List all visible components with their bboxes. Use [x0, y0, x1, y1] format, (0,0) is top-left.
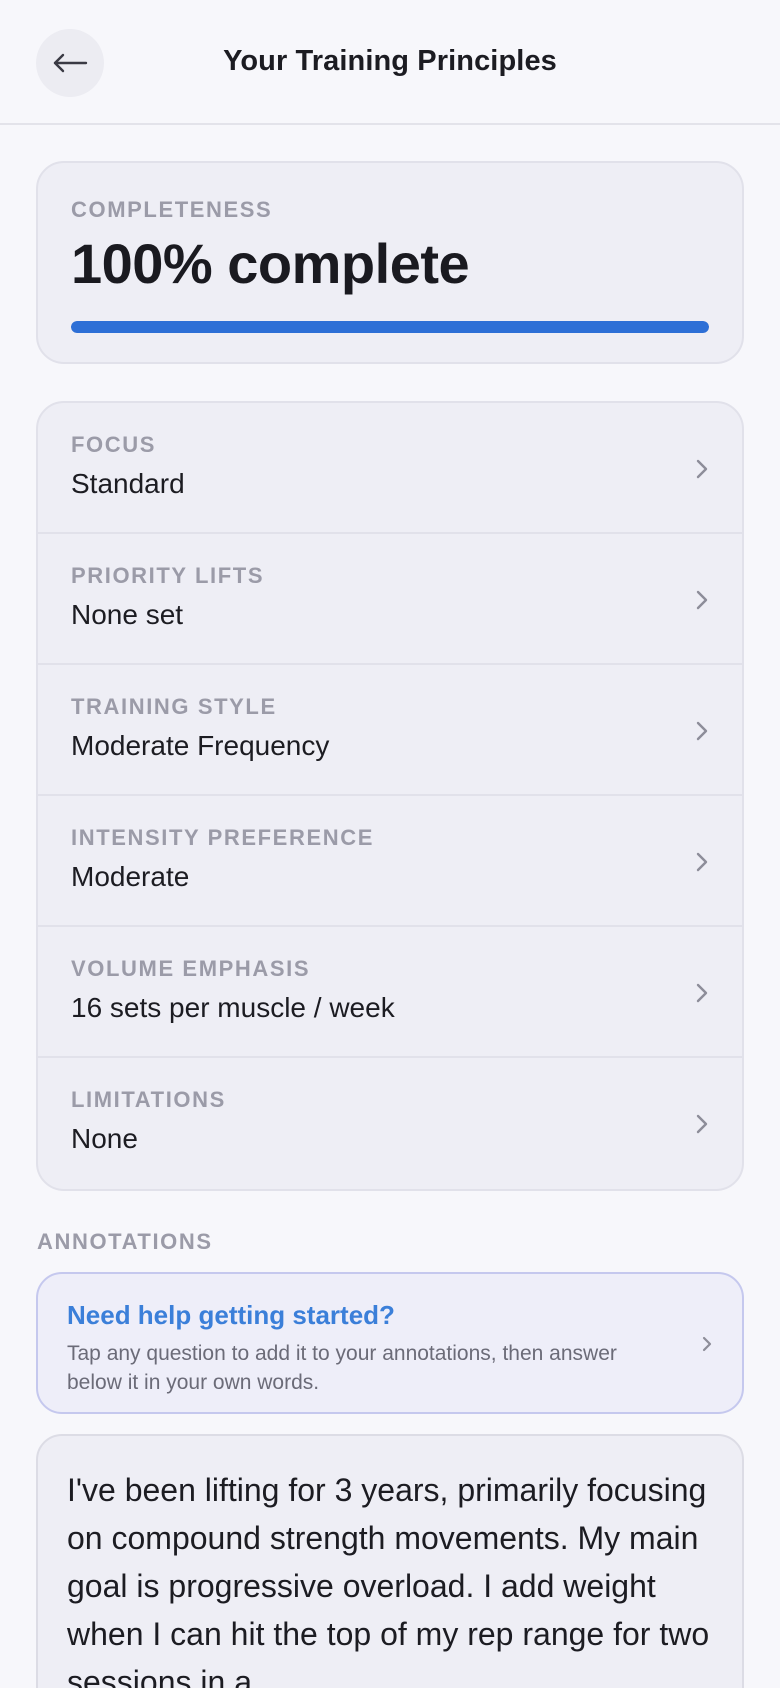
arrow-left-icon [53, 53, 88, 73]
progress-bar-fill [71, 320, 709, 333]
completeness-value: 100% complete [71, 232, 470, 295]
chevron-right-icon [696, 852, 708, 872]
chevron-right-icon [696, 590, 708, 610]
completeness-card: COMPLETENESS 100% complete [36, 161, 744, 364]
annotation-text: I've been lifting for 3 years, primarily… [67, 1472, 710, 1688]
principle-row-training-style[interactable]: TRAINING STYLE Moderate Frequency [38, 665, 742, 796]
help-title: Need help getting started? [67, 1300, 395, 1330]
principle-value: None [71, 1123, 138, 1154]
progress-bar [71, 320, 709, 333]
completeness-label: COMPLETENESS [71, 197, 273, 222]
principle-row-priority-lifts[interactable]: PRIORITY LIFTS None set [38, 534, 742, 665]
back-button[interactable] [36, 29, 104, 97]
principle-row-focus[interactable]: FOCUS Standard [38, 403, 742, 534]
annotation-text-area[interactable]: I've been lifting for 3 years, primarily… [36, 1434, 744, 1688]
top-bar: Your Training Principles [0, 0, 780, 125]
page-title: Your Training Principles [223, 45, 557, 77]
principles-list: FOCUS Standard PRIORITY LIFTS None set T… [36, 401, 744, 1191]
principle-value: Standard [71, 468, 185, 499]
chevron-right-icon [696, 459, 708, 479]
principle-label: INTENSITY PREFERENCE [71, 825, 374, 850]
principle-value: Moderate [71, 861, 190, 892]
principle-label: VOLUME EMPHASIS [71, 956, 311, 981]
principle-label: TRAINING STYLE [71, 694, 277, 719]
annotations-label: ANNOTATIONS [37, 1229, 213, 1254]
principle-row-volume-emphasis[interactable]: VOLUME EMPHASIS 16 sets per muscle / wee… [38, 927, 742, 1058]
main-content: COMPLETENESS 100% complete FOCUS Standar… [0, 125, 780, 1688]
principle-row-intensity-preference[interactable]: INTENSITY PREFERENCE Moderate [38, 796, 742, 927]
principle-row-limitations[interactable]: LIMITATIONS None [38, 1058, 742, 1189]
principle-value: 16 sets per muscle / week [71, 992, 395, 1023]
help-text: Tap any question to add it to your annot… [67, 1342, 617, 1394]
principle-label: FOCUS [71, 432, 156, 457]
chevron-right-icon [696, 721, 708, 741]
chevron-right-icon [696, 1114, 708, 1134]
principle-label: LIMITATIONS [71, 1087, 226, 1112]
principle-value: None set [71, 599, 184, 630]
principle-label: PRIORITY LIFTS [71, 563, 265, 588]
principle-value: Moderate Frequency [71, 730, 330, 761]
help-getting-started-card[interactable]: Need help getting started? Tap any quest… [36, 1272, 744, 1414]
chevron-right-icon [702, 1336, 712, 1352]
chevron-right-icon [696, 983, 708, 1003]
